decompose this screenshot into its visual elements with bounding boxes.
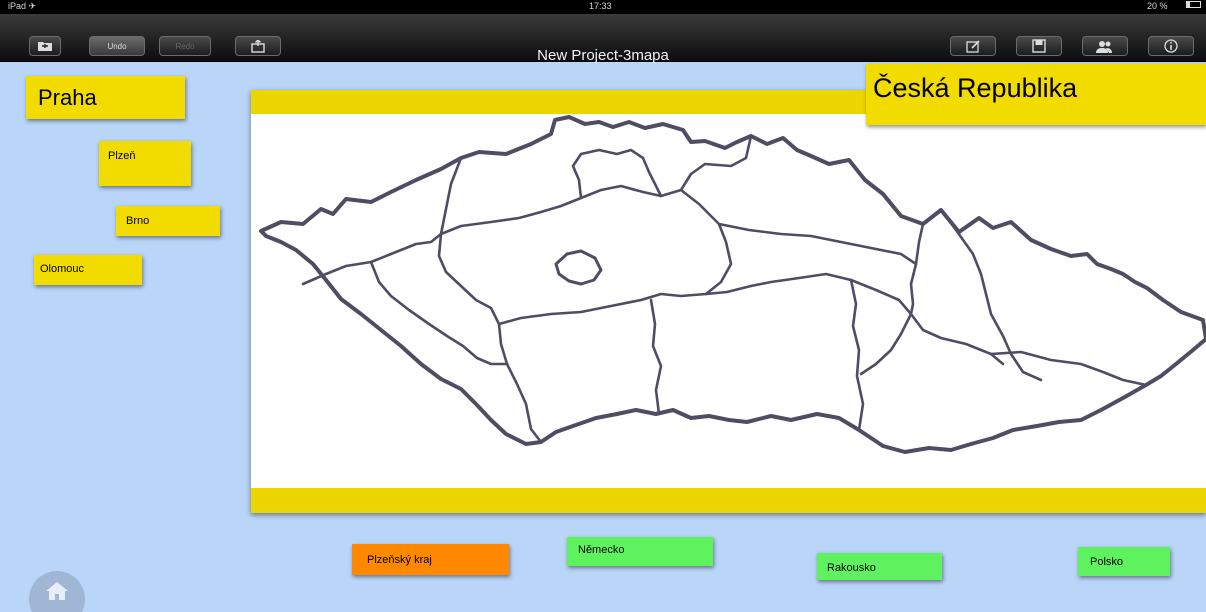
folder-icon: [38, 42, 52, 51]
label-praha[interactable]: Praha: [26, 76, 185, 119]
save-icon: [1032, 39, 1046, 53]
country-outline: [259, 115, 1206, 454]
label-plzen-text: Plzeň: [108, 150, 136, 162]
region-border-olomouc: [909, 222, 1005, 366]
region-border-north-vertical: [571, 148, 663, 200]
undo-button[interactable]: Undo: [89, 36, 145, 56]
save-button[interactable]: [1016, 36, 1062, 56]
region-border-sw: [369, 260, 509, 366]
prague-outline: [554, 249, 603, 286]
label-plzensky-kraj-text: Plzeňský kraj: [367, 554, 432, 566]
label-olomouc[interactable]: Olomouc: [34, 255, 142, 285]
region-border-central-west: [437, 156, 543, 444]
region-border-south-moravia: [649, 298, 663, 416]
status-bar: iPad ✈ 17:33 20 %: [0, 0, 1206, 14]
label-praha-text: Praha: [38, 85, 97, 110]
region-border-se: [859, 312, 913, 376]
battery-fill: [1187, 2, 1190, 7]
label-plzensky-kraj[interactable]: Plzeňský kraj: [352, 544, 509, 575]
clock: 17:33: [589, 1, 612, 11]
label-polsko[interactable]: Polsko: [1078, 547, 1170, 576]
label-rakousko[interactable]: Rakousko: [817, 553, 942, 580]
region-border-brno: [849, 278, 865, 432]
label-ceska-republika-text: Česká Republika: [873, 73, 1078, 103]
redo-button[interactable]: Redo: [159, 36, 211, 56]
label-polsko-text: Polsko: [1090, 556, 1124, 568]
folder-button[interactable]: [29, 36, 61, 56]
czech-regions-map: [259, 115, 1206, 454]
label-plzen[interactable]: Plzeň: [99, 141, 191, 186]
label-rakousko-text: Rakousko: [827, 562, 876, 574]
battery-icon: [1186, 1, 1201, 8]
toolbar: Undo Redo New Project-3mapa: [0, 14, 1206, 64]
home-button[interactable]: [29, 571, 85, 612]
label-ceska-republika[interactable]: Česká Republika: [866, 64, 1206, 125]
edit-icon: [965, 39, 980, 53]
home-icon: [46, 582, 68, 600]
users-button[interactable]: [1082, 36, 1128, 56]
edit-button[interactable]: [950, 36, 996, 56]
info-icon: [1164, 39, 1178, 53]
users-icon: [1096, 40, 1112, 53]
region-border-north: [439, 184, 683, 236]
map-board: [251, 90, 1206, 513]
device-label: iPad ✈: [8, 1, 37, 11]
map-canvas: [251, 114, 1206, 488]
label-nemecko-text: Německo: [578, 544, 625, 556]
label-brno[interactable]: Brno: [116, 206, 220, 236]
info-button[interactable]: [1148, 36, 1194, 56]
region-border-south-central: [497, 292, 708, 326]
region-border-moravia: [717, 222, 918, 266]
region-border-central: [679, 188, 733, 296]
share-icon: [251, 39, 265, 53]
region-border-vysocina: [704, 272, 913, 316]
label-olomouc-text: Olomouc: [40, 263, 85, 275]
label-brno-text: Brno: [126, 215, 150, 227]
project-title: New Project-3mapa: [537, 47, 669, 64]
label-nemecko[interactable]: Německo: [567, 537, 713, 566]
share-button[interactable]: [235, 36, 281, 56]
battery-percent: 20 %: [1147, 1, 1168, 11]
